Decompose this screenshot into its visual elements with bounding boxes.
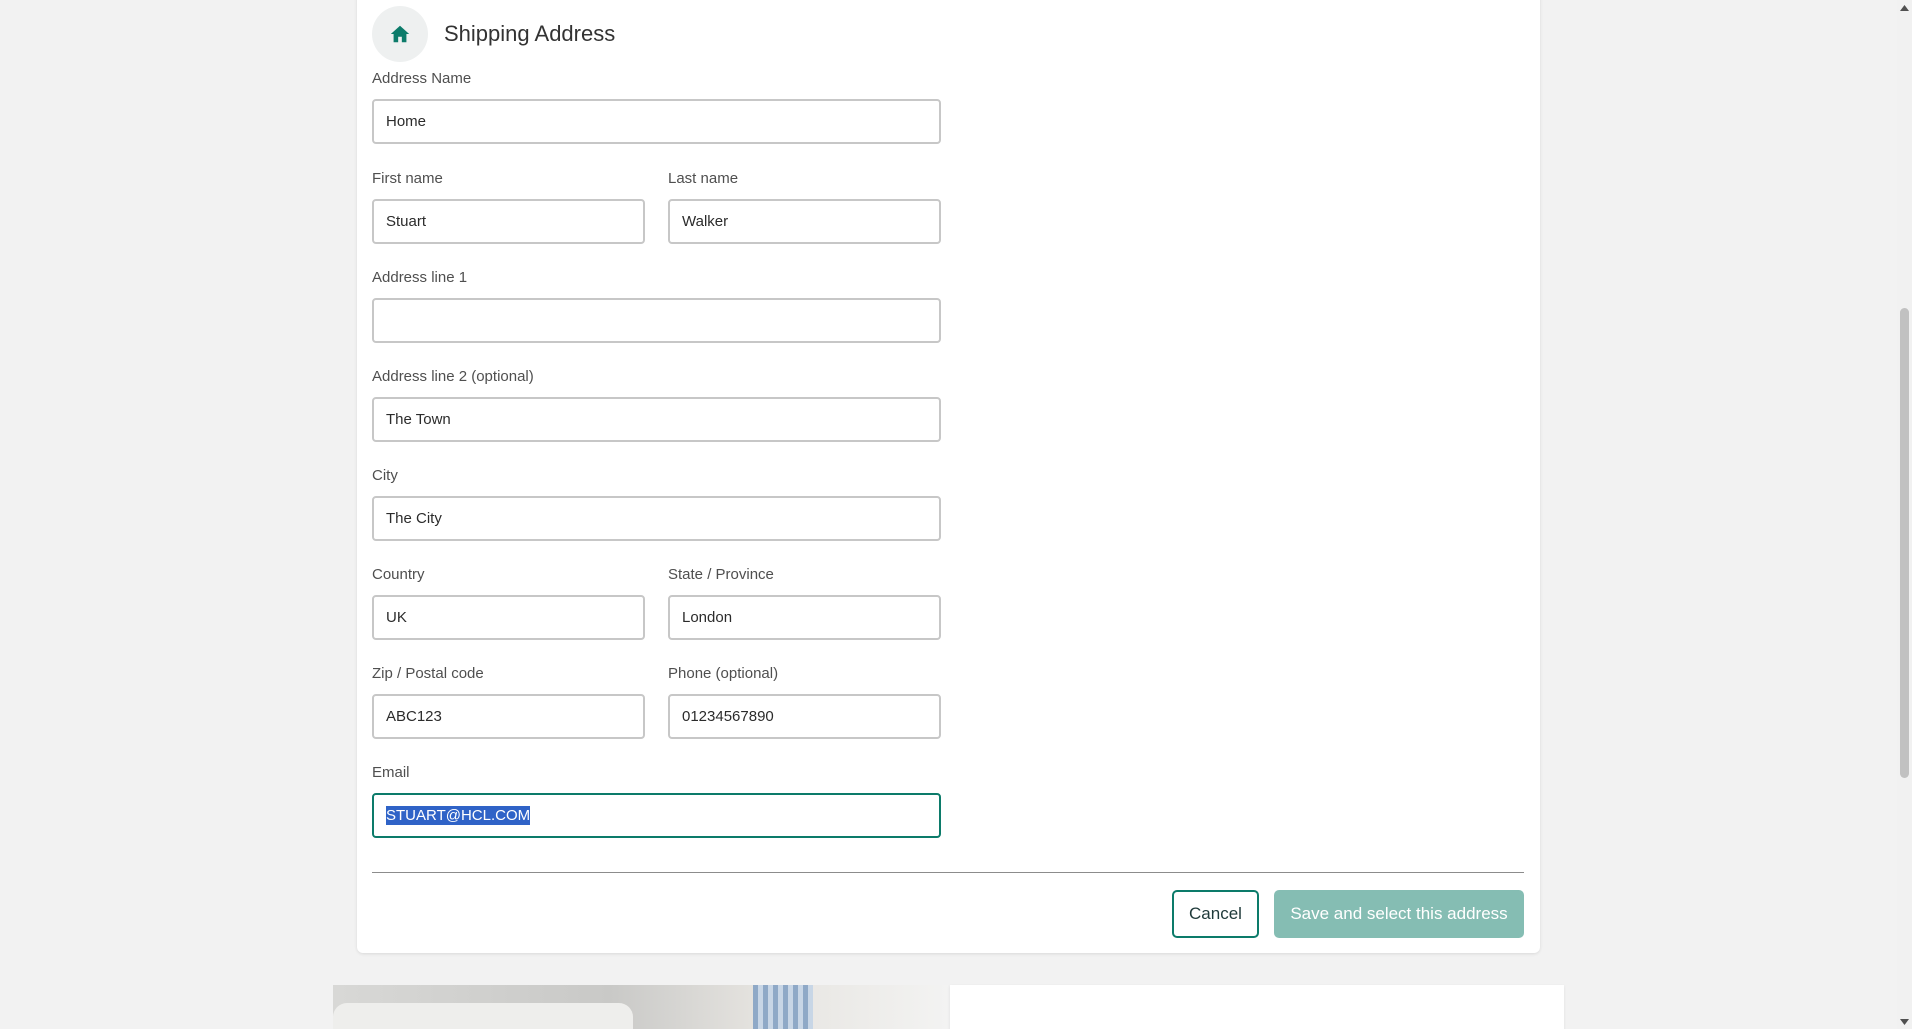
address-line-1-input[interactable] xyxy=(372,298,941,343)
vertical-scrollbar[interactable] xyxy=(1897,0,1912,1029)
product-info-card xyxy=(950,985,1564,1029)
save-and-select-button[interactable]: Save and select this address xyxy=(1274,890,1524,938)
last-name-field: Last name Walker xyxy=(668,169,941,244)
scroll-down-icon[interactable] xyxy=(1897,1014,1912,1029)
card-header: Shipping Address xyxy=(372,6,615,62)
shipping-address-card: Shipping Address Address Name Home First… xyxy=(357,0,1540,953)
city-field: City The City xyxy=(372,466,941,541)
last-name-input[interactable]: Walker xyxy=(668,199,941,244)
address-line-2-label: Address line 2 (optional) xyxy=(372,368,534,385)
phone-label: Phone (optional) xyxy=(668,665,779,682)
phone-field: Phone (optional) 01234567890 xyxy=(668,664,941,739)
state-input[interactable]: London xyxy=(668,595,941,640)
scroll-up-icon[interactable] xyxy=(1897,0,1912,15)
scrollbar-thumb[interactable] xyxy=(1900,308,1909,778)
first-name-field: First name Stuart xyxy=(372,169,645,244)
home-icon xyxy=(390,25,410,43)
phone-input[interactable]: 01234567890 xyxy=(668,694,941,739)
email-input[interactable]: STUART@HCL.COM xyxy=(372,793,941,838)
sofa-shape xyxy=(333,1003,633,1029)
email-selected-text: STUART@HCL.COM xyxy=(386,806,531,825)
state-field: State / Province London xyxy=(668,565,941,640)
city-input[interactable]: The City xyxy=(372,496,941,541)
country-input[interactable]: UK xyxy=(372,595,645,640)
zip-input[interactable]: ABC123 xyxy=(372,694,645,739)
product-image xyxy=(333,985,948,1029)
last-name-label: Last name xyxy=(668,170,739,187)
state-label: State / Province xyxy=(668,566,774,583)
first-name-label: First name xyxy=(372,170,443,187)
country-label: Country xyxy=(372,566,425,583)
country-field: Country UK xyxy=(372,565,645,640)
page-title: Shipping Address xyxy=(444,21,616,46)
address-name-input[interactable]: Home xyxy=(372,99,941,144)
zip-label: Zip / Postal code xyxy=(372,665,484,682)
email-field: Email STUART@HCL.COM xyxy=(372,763,941,838)
address-line-1-field: Address line 1 xyxy=(372,268,941,343)
address-name-field: Address Name Home xyxy=(372,69,941,144)
address-line-2-field: Address line 2 (optional) The Town xyxy=(372,367,941,442)
curtain-shape xyxy=(753,985,813,1029)
city-label: City xyxy=(372,467,398,484)
page: Shipping Address Address Name Home First… xyxy=(0,0,1912,1029)
form-divider xyxy=(372,872,1524,873)
home-icon-badge xyxy=(372,6,428,62)
email-label: Email xyxy=(372,764,410,781)
address-name-label: Address Name xyxy=(372,70,472,87)
address-line-1-label: Address line 1 xyxy=(372,269,468,286)
zip-field: Zip / Postal code ABC123 xyxy=(372,664,645,739)
address-line-2-input[interactable]: The Town xyxy=(372,397,941,442)
cancel-button[interactable]: Cancel xyxy=(1172,890,1259,938)
first-name-input[interactable]: Stuart xyxy=(372,199,645,244)
